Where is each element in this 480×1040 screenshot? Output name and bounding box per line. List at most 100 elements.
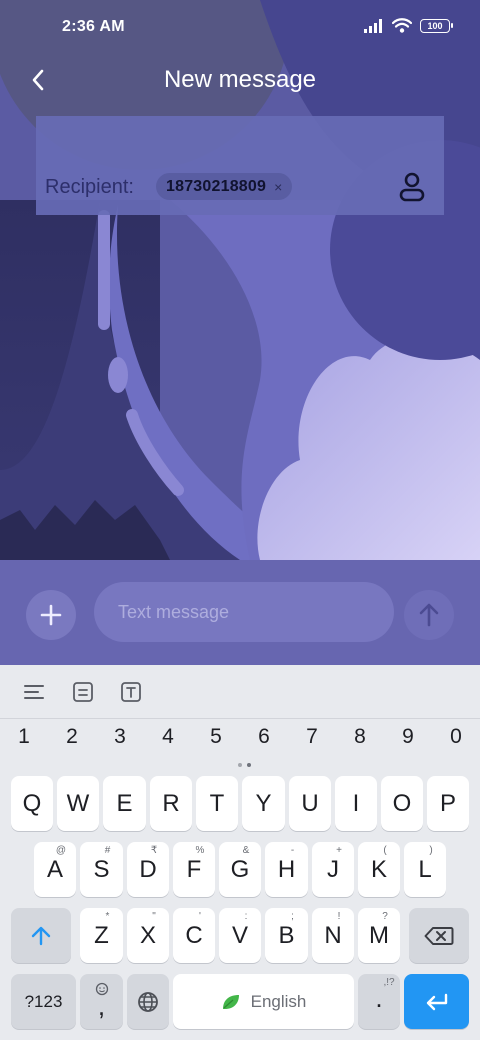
- key-label: M: [369, 921, 389, 949]
- key-label: E: [116, 789, 133, 817]
- key-w[interactable]: W: [57, 776, 99, 831]
- key-secondary: &: [242, 845, 250, 856]
- key-secondary: ₹: [150, 845, 158, 856]
- shift-key[interactable]: [11, 908, 71, 963]
- key-y[interactable]: Y: [242, 776, 285, 831]
- key-z[interactable]: * Z: [80, 908, 123, 963]
- emoji-icon: [95, 982, 108, 996]
- status-time: 2:36 AM: [62, 18, 125, 35]
- key-label: H: [277, 855, 296, 883]
- key-n[interactable]: ! N: [312, 908, 354, 963]
- key-label: B: [278, 921, 295, 949]
- key-6[interactable]: 6: [244, 725, 284, 749]
- key-label: R: [162, 789, 180, 817]
- battery-level: 100: [427, 21, 443, 31]
- send-button[interactable]: [404, 590, 454, 640]
- symbols-key[interactable]: ?123: [11, 974, 76, 1029]
- key-label: Y: [255, 789, 272, 817]
- key-d[interactable]: ₹ D: [127, 842, 169, 897]
- page-dot-active: [247, 763, 251, 767]
- attach-button[interactable]: [26, 590, 76, 640]
- clipboard-button[interactable]: [70, 679, 96, 705]
- language-key[interactable]: [127, 974, 169, 1029]
- key-secondary: @: [55, 845, 67, 856]
- key-secondary: ;: [291, 911, 294, 922]
- key-0[interactable]: 0: [436, 725, 476, 749]
- key-label: L: [418, 855, 432, 883]
- key-q[interactable]: Q: [11, 776, 53, 831]
- backspace-icon: [424, 926, 454, 945]
- key-7[interactable]: 7: [292, 725, 332, 749]
- key-label: C: [185, 921, 203, 949]
- key-secondary: ): [429, 845, 433, 856]
- message-input[interactable]: [94, 582, 394, 642]
- text-align-button[interactable]: [21, 679, 47, 705]
- shift-arrow-icon: [31, 926, 51, 945]
- key-label: O: [392, 789, 412, 817]
- key-secondary: ?: [382, 911, 388, 922]
- key-secondary: #: [104, 845, 111, 856]
- space-key[interactable]: English: [173, 974, 354, 1029]
- key-t[interactable]: T: [196, 776, 238, 831]
- key-label: U: [301, 789, 319, 817]
- key-secondary: *: [105, 911, 110, 922]
- key-1[interactable]: 1: [4, 725, 44, 749]
- key-i[interactable]: I: [335, 776, 377, 831]
- text-format-button[interactable]: [118, 679, 144, 705]
- key-p[interactable]: P: [427, 776, 469, 831]
- key-s[interactable]: # S: [80, 842, 123, 897]
- key-9[interactable]: 9: [388, 725, 428, 749]
- remove-recipient-button[interactable]: ×: [274, 179, 282, 195]
- recipient-chip[interactable]: 18730218809 ×: [156, 173, 293, 200]
- contact-picker-button[interactable]: [396, 171, 428, 203]
- key-g[interactable]: & G: [219, 842, 261, 897]
- key-x[interactable]: " X: [127, 908, 169, 963]
- contact-icon: [399, 172, 425, 202]
- key-2[interactable]: 2: [52, 725, 92, 749]
- key-a[interactable]: @ A: [34, 842, 76, 897]
- key-k[interactable]: (K: [358, 842, 400, 897]
- key-label: G: [230, 855, 250, 883]
- recipient-chip-number: 18730218809: [166, 177, 267, 195]
- key-h[interactable]: -H: [265, 842, 308, 897]
- symbols-key-label: ?123: [24, 991, 63, 1011]
- space-key-label: English: [250, 991, 307, 1011]
- key-secondary: ": [152, 911, 156, 922]
- key-label: J: [327, 855, 339, 883]
- key-r[interactable]: R: [150, 776, 192, 831]
- send-arrow-icon: [419, 603, 439, 627]
- key-5[interactable]: 5: [196, 725, 236, 749]
- key-secondary: :: [244, 911, 248, 922]
- key-l[interactable]: ) L: [404, 842, 446, 897]
- key-4[interactable]: 4: [148, 725, 188, 749]
- key-m[interactable]: ? M: [358, 908, 400, 963]
- period-key[interactable]: ,!? .: [358, 974, 400, 1029]
- key-u[interactable]: U: [289, 776, 331, 831]
- key-label: D: [139, 855, 157, 883]
- key-v[interactable]: :V: [219, 908, 261, 963]
- key-j[interactable]: + J: [312, 842, 354, 897]
- key-secondary: +: [336, 845, 342, 856]
- clipboard-icon: [73, 682, 93, 702]
- page-indicator: [238, 763, 251, 767]
- status-bar: 2:36 AM 100: [0, 0, 480, 56]
- key-b[interactable]: ; B: [265, 908, 308, 963]
- key-c[interactable]: ' C: [173, 908, 215, 963]
- title-bar: New message: [0, 56, 480, 106]
- key-f[interactable]: % F: [173, 842, 215, 897]
- page-dot: [238, 763, 242, 767]
- key-label: I: [352, 789, 360, 817]
- backspace-key[interactable]: [409, 908, 469, 963]
- recipient-label: Recipient:: [45, 176, 134, 198]
- key-secondary: (: [383, 845, 387, 856]
- key-8[interactable]: 8: [340, 725, 380, 749]
- signal-icon: [364, 19, 382, 33]
- wifi-icon: [392, 18, 412, 33]
- key-3[interactable]: 3: [100, 725, 140, 749]
- key-secondary: %: [195, 845, 205, 856]
- enter-key[interactable]: [404, 974, 469, 1029]
- key-e[interactable]: E: [103, 776, 146, 831]
- status-icons: 100: [364, 18, 453, 34]
- comma-key[interactable]: ,: [80, 974, 123, 1029]
- key-o[interactable]: O: [381, 776, 423, 831]
